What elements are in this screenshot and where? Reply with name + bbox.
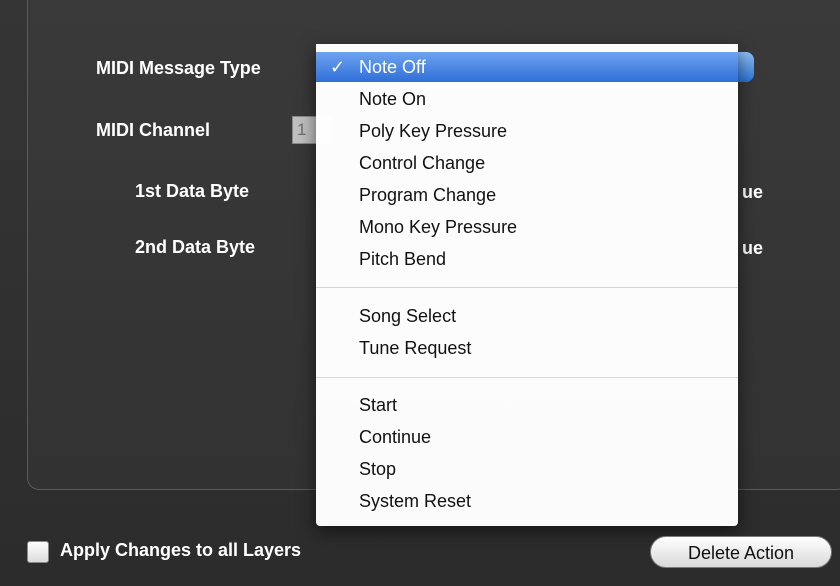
menu-item-poly-key-pressure[interactable]: Poly Key Pressure bbox=[316, 116, 738, 146]
menu-item-label: Note On bbox=[359, 89, 427, 109]
byte2-label: 2nd Data Byte bbox=[135, 237, 256, 257]
byte1-label: 1st Data Byte bbox=[135, 181, 250, 201]
apply-all-layers-label: Apply Changes to all Layers bbox=[60, 540, 302, 560]
menu-item-control-change[interactable]: Control Change bbox=[316, 148, 738, 178]
menu-item-continue[interactable]: Continue bbox=[316, 422, 738, 452]
menu-item-label: Stop bbox=[359, 459, 397, 479]
menu-item-label: Mono Key Pressure bbox=[359, 217, 518, 237]
menu-item-label: Song Select bbox=[359, 306, 457, 326]
menu-item-song-select[interactable]: Song Select bbox=[316, 301, 738, 331]
menu-item-start[interactable]: Start bbox=[316, 390, 738, 420]
menu-item-label: System Reset bbox=[359, 491, 472, 511]
menu-item-label: Control Change bbox=[359, 153, 486, 173]
menu-item-tune-request[interactable]: Tune Request bbox=[316, 333, 738, 363]
message-type-label: MIDI Message Type bbox=[96, 58, 261, 78]
byte2-follows-label: ue bbox=[742, 238, 764, 258]
delete-action-button[interactable]: Delete Action bbox=[650, 536, 832, 568]
menu-item-note-off[interactable]: ✓ Note Off bbox=[316, 52, 738, 82]
menu-item-label: Start bbox=[359, 395, 398, 415]
menu-item-label: Program Change bbox=[359, 185, 497, 205]
checkmark-icon: ✓ bbox=[330, 57, 346, 77]
menu-item-label: Poly Key Pressure bbox=[359, 121, 508, 141]
byte1-follows-label: ue bbox=[742, 182, 764, 202]
apply-all-layers-checkbox[interactable] bbox=[27, 541, 49, 563]
menu-item-stop[interactable]: Stop bbox=[316, 454, 738, 484]
menu-separator bbox=[316, 287, 738, 288]
midi-action-panel: MIDI Message Type MIDI Channel 1 1st Dat… bbox=[0, 0, 840, 586]
menu-item-label: Note Off bbox=[359, 57, 426, 77]
menu-item-pitch-bend[interactable]: Pitch Bend bbox=[316, 244, 738, 274]
menu-item-label: Continue bbox=[359, 427, 432, 447]
menu-item-program-change[interactable]: Program Change bbox=[316, 180, 738, 210]
menu-item-label: Pitch Bend bbox=[359, 249, 447, 269]
menu-item-system-reset[interactable]: System Reset bbox=[316, 486, 738, 516]
menu-item-mono-key-pressure[interactable]: Mono Key Pressure bbox=[316, 212, 738, 242]
message-type-menu: ✓ Note Off Note On Poly Key Pressure Con… bbox=[316, 44, 738, 526]
menu-item-label: Tune Request bbox=[359, 338, 472, 358]
menu-separator bbox=[316, 377, 738, 378]
menu-item-note-on[interactable]: Note On bbox=[316, 84, 738, 114]
channel-label: MIDI Channel bbox=[96, 120, 211, 140]
